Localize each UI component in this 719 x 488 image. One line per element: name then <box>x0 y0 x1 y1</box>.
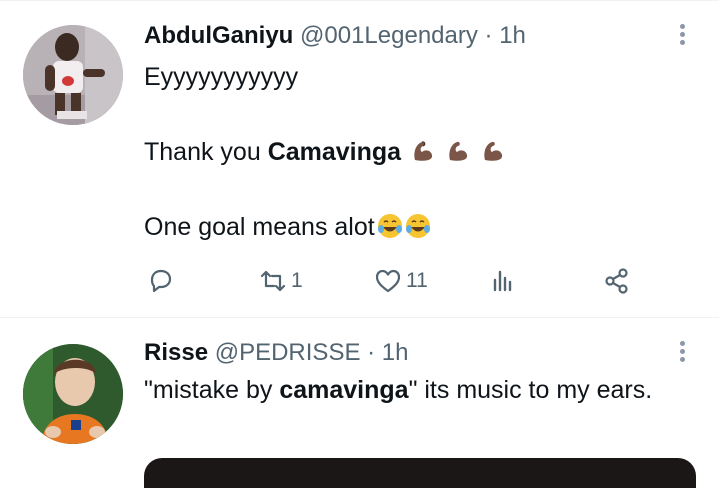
separator-dot: · <box>367 339 376 366</box>
separator-dot: · <box>484 22 493 49</box>
avatar[interactable] <box>23 25 123 125</box>
more-icon[interactable] <box>672 338 692 368</box>
retweet-icon <box>260 270 286 292</box>
share-button[interactable] <box>602 259 632 303</box>
tweet-header: Risse @PEDRISSE · 1h <box>144 338 409 368</box>
media-preview[interactable] <box>144 458 696 488</box>
tweet-text-line-1: Eyyyyyyyyyyy <box>144 63 299 91</box>
tweet-text: "mistake by camavinga" its music to my e… <box>144 372 664 409</box>
text-segment: " its music to my ears. <box>408 376 653 404</box>
more-icon[interactable] <box>672 21 692 51</box>
user-handle[interactable]: @001Legendary <box>300 22 478 49</box>
display-name[interactable]: Risse <box>144 339 208 366</box>
like-icon <box>375 269 401 293</box>
retweet-button[interactable]: 1 <box>258 259 303 303</box>
retweet-count: 1 <box>291 269 303 292</box>
joy-emoji <box>377 214 402 238</box>
timestamp[interactable]: 1h <box>499 22 526 49</box>
text-segment: "mistake by <box>144 376 280 404</box>
like-button[interactable]: 11 <box>373 259 428 303</box>
flexed-biceps-emoji <box>449 141 468 161</box>
joy-emoji <box>405 214 430 238</box>
tweet-card[interactable]: AbdulGaniyu @001Legendary · 1h Eyyyyyyyy… <box>0 1 719 317</box>
reply-icon <box>150 269 172 293</box>
tweet-actions: 1 11 <box>0 259 719 303</box>
views-button[interactable] <box>489 259 519 303</box>
tweet-text-line-3: One goal means alot <box>144 209 431 246</box>
flexed-biceps-emoji <box>484 141 503 161</box>
display-name[interactable]: AbdulGaniyu <box>144 22 293 49</box>
like-count: 11 <box>406 269 428 292</box>
flexed-biceps-emoji <box>414 141 433 161</box>
bold-mention: camavinga <box>279 376 409 404</box>
tweet-card[interactable]: Risse @PEDRISSE · 1h "mistake by camavin… <box>0 318 719 488</box>
tweet-header: AbdulGaniyu @001Legendary · 1h <box>144 21 526 51</box>
tweet-text-line-2: Thank you Camavinga <box>144 134 506 171</box>
text-segment: One goal means alot <box>144 213 375 241</box>
text-segment: Thank you <box>144 138 268 166</box>
bold-mention: Camavinga <box>267 138 402 166</box>
share-icon <box>605 268 628 294</box>
user-handle[interactable]: @PEDRISSE <box>215 339 361 366</box>
reply-button[interactable] <box>146 259 176 303</box>
timestamp[interactable]: 1h <box>382 339 409 366</box>
avatar[interactable] <box>23 344 123 444</box>
views-icon <box>493 270 512 292</box>
